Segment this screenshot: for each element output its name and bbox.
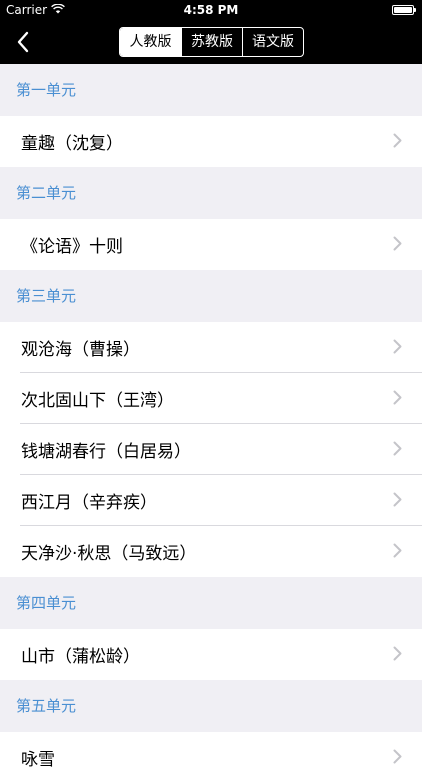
section-header: 第四单元 [0,577,422,629]
chevron-right-icon [393,133,402,148]
list-item[interactable]: 童趣（沈复） [0,116,422,167]
chevron-right-icon [393,236,402,251]
list-item-label: 山市（蒲松龄） [21,647,140,667]
edition-segmented-control: 人教版 苏教版 语文版 [119,27,304,57]
list-item-label: 钱塘湖春行（白居易） [21,442,191,462]
list-item-label: 次北固山下（王湾） [21,391,174,411]
chevron-left-icon [17,31,29,53]
chevron-right-icon [393,543,402,558]
list-item[interactable]: 次北固山下（王湾） [0,373,422,424]
chevron-right-icon [393,390,402,405]
list-item[interactable]: 天净沙·秋思（马致远） [0,526,422,577]
navigation-bar: 人教版 苏教版 语文版 [0,20,422,64]
chevron-right-icon [393,339,402,354]
segment-renjiao[interactable]: 人教版 [120,28,181,56]
list-item-label: 观沧海（曹操） [21,340,140,360]
back-button[interactable] [16,31,30,53]
list-item[interactable]: 观沧海（曹操） [0,322,422,373]
chevron-right-icon [393,441,402,456]
battery-icon [392,5,416,15]
segment-yuwen[interactable]: 语文版 [242,28,303,56]
section-header: 第一单元 [0,64,422,116]
list-item-label: 天净沙·秋思（马致远） [21,544,197,564]
status-bar: Carrier 4:58 PM [0,0,422,20]
lesson-list: 第一单元 童趣（沈复） 第二单元 《论语》十则 第三单元 观沧海（曹操） 次北固… [0,64,422,783]
segment-sujiao[interactable]: 苏教版 [181,28,242,56]
list-item[interactable]: 《论语》十则 [0,219,422,270]
list-item-label: 童趣（沈复） [21,134,123,154]
section-header: 第三单元 [0,270,422,322]
list-item-label: 西江月（辛弃疾） [21,493,157,513]
chevron-right-icon [393,646,402,661]
chevron-right-icon [393,492,402,507]
section-header: 第二单元 [0,167,422,219]
list-item-label: 咏雪 [21,750,55,770]
section-header: 第五单元 [0,680,422,732]
list-item[interactable]: 钱塘湖春行（白居易） [0,424,422,475]
list-item[interactable]: 西江月（辛弃疾） [0,475,422,526]
status-time: 4:58 PM [183,3,239,17]
list-item[interactable]: 山市（蒲松龄） [0,629,422,680]
list-item-label: 《论语》十则 [21,237,123,257]
list-item[interactable]: 咏雪 [0,732,422,783]
chevron-right-icon [393,749,402,764]
